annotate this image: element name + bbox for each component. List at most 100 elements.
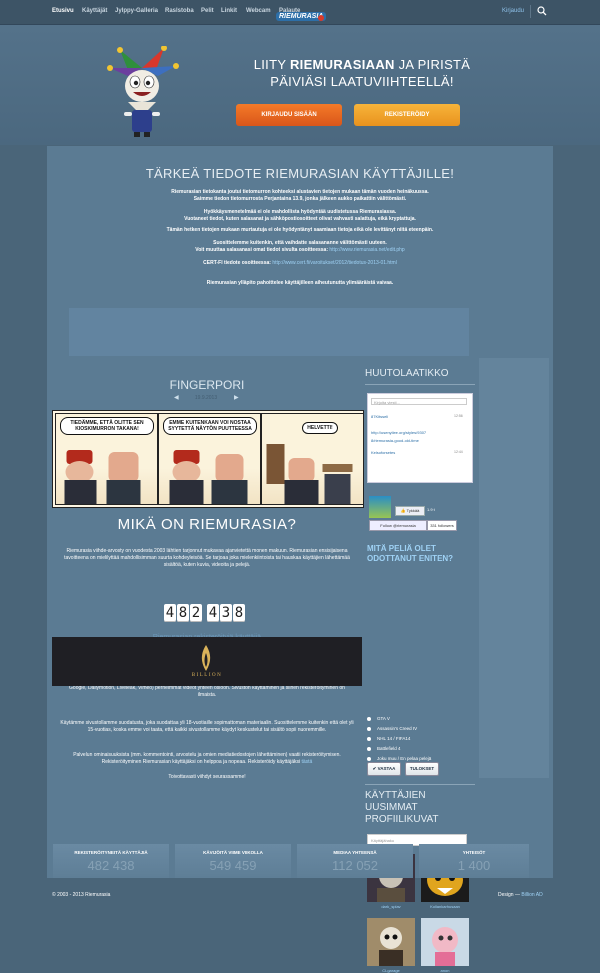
twitter-count: 331 followers — [427, 520, 457, 531]
edit-profile-link[interactable]: http://www.riemurasia.net/edit.php — [329, 247, 404, 253]
nav-item-linkit[interactable]: Linkit — [221, 8, 237, 14]
banner-brand: BILLION — [191, 673, 223, 678]
shout-row[interactable]: 87Kitsseli — [371, 414, 388, 419]
radio-icon[interactable] — [367, 746, 371, 751]
comic-date: 19.9.2013 — [194, 395, 218, 401]
nav-item-webcam[interactable]: Webcam — [246, 8, 271, 14]
hero-headline: LIITY RIEMURASIAAN JA PIRISTÄ PÄIVIÄSI L… — [222, 56, 502, 90]
notice-p2a: Hyökkäysmenetelmää ei ole mahdollista hy… — [203, 209, 397, 215]
poll-option-label: GTA V — [377, 716, 390, 721]
poll-option-label: Assassin's Creed IV — [377, 726, 418, 731]
poll-option[interactable]: Battlefield 4 — [367, 746, 401, 752]
counter-digit: 2 — [190, 604, 202, 622]
right-ad-strip — [479, 358, 549, 778]
like-count: 1.9 t — [427, 507, 435, 512]
notice-p4: Suosittelemme kuitenkin, että vaihdatte … — [107, 240, 493, 254]
vote-label: VASTAA — [377, 766, 396, 771]
billion-banner-ad[interactable]: BILLION — [52, 637, 362, 686]
about-p1: Riemurasia viihde-arvosty on vuodesta 20… — [64, 548, 350, 568]
nav-item-etusivu[interactable]: Etusivu — [52, 8, 74, 14]
notice-p3: Tämän hetken tietojen mukaan murtautuja … — [166, 227, 434, 233]
search-icon[interactable] — [537, 6, 547, 16]
cert-fi-link[interactable]: http://www.cert.fi/varoitukset/2012/tied… — [272, 260, 397, 266]
ad-placeholder — [69, 308, 469, 356]
shout-time: 12:56 — [454, 414, 463, 418]
stat-value: 1 400 — [457, 858, 491, 873]
login-button[interactable]: KIRJAUDU SISÄÄN — [236, 104, 342, 126]
next-arrow-icon[interactable]: ▶ — [234, 394, 239, 402]
notice-p6: Riemurasian ylläpito pahoittelee käyttäj… — [206, 280, 394, 286]
shout-row[interactable]: http://usenyilee.org/styles/9307 — [371, 430, 426, 435]
social-widgets: 👍 Tykkää 1.9 t Follow @riemurasia 331 fo… — [369, 496, 479, 536]
prev-arrow-icon[interactable]: ◀ — [174, 394, 179, 402]
comic-frame-3: HELVETTI! — [261, 413, 364, 505]
nav-item-pelit[interactable]: Pelit — [201, 8, 214, 14]
stat-card: KÄVIJÖITÄ VIIME VIIKOLLA 549 459 — [175, 844, 291, 878]
stat-card: MEDIAA YHTEENSÄ 112 052 — [297, 844, 413, 878]
stat-value: 112 052 — [331, 858, 379, 873]
facebook-like-button[interactable]: 👍 Tykkää — [395, 506, 425, 516]
nav-item-kayttajat[interactable]: Käyttäjät — [82, 8, 107, 14]
radio-icon[interactable] — [367, 726, 371, 731]
shout-time: 12:44 — [454, 450, 463, 454]
footer-copyright: © 2003 - 2013 Riemurasia — [52, 892, 111, 898]
user-name[interactable]: dark_splav — [366, 904, 416, 909]
nav-item-galleria[interactable]: Jylppy-Galleria — [115, 8, 158, 14]
left-column: FINGERPORI ◀ 19.9.2013 ▶ TIEDÄMME, ETTÄ … — [52, 368, 364, 838]
radio-icon[interactable] — [367, 716, 371, 721]
hero-line1-post: JA PIRISTÄ — [394, 57, 471, 72]
register-button[interactable]: REKISTERÖIDY — [354, 104, 460, 126]
stat-value: 549 459 — [209, 858, 257, 873]
nav-item-raslstoba[interactable]: Raslstoba — [165, 8, 194, 14]
jester-mascot-icon — [107, 46, 179, 137]
comic-strip[interactable]: TIEDÄMME, ETTÄ OLITTE SEN KIOSKIMURRON T… — [52, 410, 364, 508]
users-title: KÄYTTÄJIEN UUSIMMAT PROFIILIKUVAT — [365, 790, 439, 825]
about-p5: Toivottavasti viihdyt seurassamme! — [168, 774, 246, 780]
comic-art-1 — [64, 450, 141, 504]
notice-p5: CERT-FI tiedote osoitteessa: http://www.… — [107, 260, 493, 267]
shout-row[interactable]: 8/riemurasia-good-old-time — [371, 438, 419, 443]
poll-option-label: Battlefield 4 — [377, 746, 401, 751]
comic-art-3 — [266, 444, 353, 504]
comic-title: FINGERPORI — [169, 378, 245, 392]
user-name[interactable]: CLgarage — [366, 968, 416, 973]
hero-line1-pre: LIITY — [253, 57, 290, 72]
register-link[interactable]: tästä — [301, 759, 312, 765]
counter-digit: 3 — [220, 604, 232, 622]
stat-label: KÄVIJÖITÄ VIIME VIIKOLLA — [203, 850, 263, 855]
stat-card: REKISTERÖITYNEITÄ KÄYTTÄJIÄ 482 438 — [53, 844, 169, 878]
user-name[interactable]: anon — [420, 968, 470, 973]
user-avatar[interactable] — [367, 918, 415, 966]
shout-row[interactable]: Kelsoforsetes — [371, 450, 395, 455]
notice-p4b: Voit muuttaa salasanasi omat tiedot sivu… — [195, 247, 330, 253]
nav-divider — [530, 5, 531, 18]
login-link[interactable]: Kirjaudu — [502, 8, 524, 14]
poll-option[interactable]: GTA V — [367, 716, 390, 722]
stat-label: YHTEISÖT — [462, 850, 486, 855]
design-credit-link[interactable]: Billion AD — [521, 892, 542, 898]
radio-icon[interactable] — [367, 736, 371, 741]
stat-value: 482 438 — [87, 858, 135, 873]
results-button[interactable]: TULOKSET — [405, 762, 439, 776]
stat-label: MEDIAA YHTEENSÄ — [333, 850, 377, 855]
logo-badge-icon — [318, 15, 324, 21]
poll-option[interactable]: Assassin's Creed IV — [367, 726, 417, 732]
hero-line1-bold: RIEMURASIAAN — [289, 57, 395, 72]
user-avatar[interactable] — [421, 918, 469, 966]
comic-art-2 — [169, 450, 248, 504]
twitter-follow-button[interactable]: Follow @riemurasia — [369, 520, 427, 531]
shoutbox: Kirjoita viesti... 87Kitsseli 12:56 http… — [367, 393, 473, 483]
notice-p1a: Riemurasian tietokanta joutui tietomurro… — [171, 189, 429, 195]
comic-frame-2: EMME KUITENKAAN VOI NOSTAA SYYTETTÄ NÄYT… — [158, 413, 261, 505]
vote-button[interactable]: ✔ VASTAA — [367, 762, 401, 776]
counter-digit: 4 — [164, 604, 176, 622]
comic-frame-1: TIEDÄMME, ETTÄ OLITTE SEN KIOSKIMURRON T… — [55, 413, 158, 505]
shout-input[interactable]: Kirjoita viesti... — [371, 398, 467, 405]
notice-p2: Hyökkäysmenetelmää ei ole mahdollista hy… — [107, 209, 493, 223]
notice-p4a: Suosittelemme kuitenkin, että vaihdatte … — [213, 240, 387, 246]
radio-icon[interactable] — [367, 756, 371, 761]
divider — [365, 384, 475, 385]
riemurasia-avatar — [369, 496, 391, 518]
poll-option[interactable]: NHL 14 / FIFA14 — [367, 736, 410, 742]
user-name[interactable]: Kollankarhusaan — [420, 904, 470, 909]
